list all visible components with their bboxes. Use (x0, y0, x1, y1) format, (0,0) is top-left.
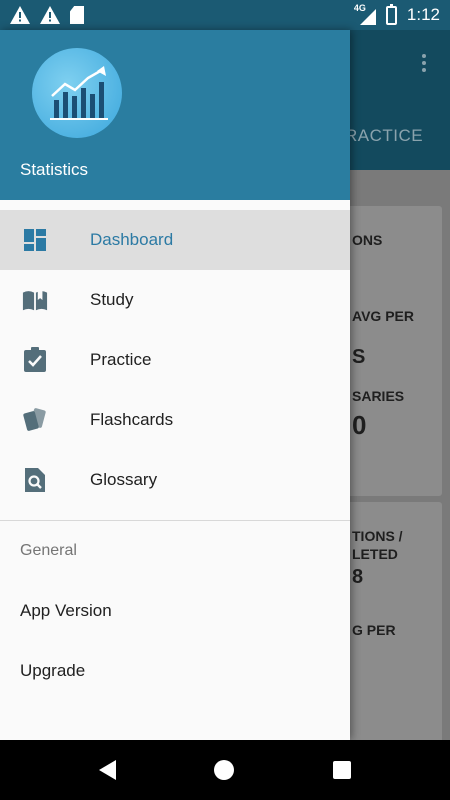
nav-item-dashboard[interactable]: Dashboard (0, 210, 350, 270)
signal-icon: 4G (354, 3, 376, 25)
nav-label: Glossary (90, 470, 158, 489)
nav-label: Study (90, 290, 134, 309)
overflow-menu-icon (422, 54, 426, 72)
menu-item-app-version[interactable]: App Version (0, 581, 350, 641)
nav-item-study[interactable]: Study (0, 270, 350, 330)
nav-item-glossary[interactable]: Glossary (0, 450, 350, 510)
home-button[interactable] (214, 760, 235, 780)
nav-item-practice[interactable]: Practice (0, 330, 350, 390)
status-bar: 4G 1:12 (0, 0, 450, 30)
system-nav-bar (0, 740, 450, 800)
card-text: ONS (352, 232, 383, 248)
card-text: TIONS / (352, 528, 403, 544)
cards-icon (22, 407, 48, 433)
clock: 1:12 (406, 5, 440, 24)
back-button[interactable] (99, 760, 117, 780)
navigation-drawer: Statistics Dashboard Study Practice Flas… (0, 30, 350, 740)
search-doc-icon (22, 467, 48, 493)
sd-card-icon (70, 6, 84, 24)
nav-label: Practice (90, 350, 152, 369)
background-card: ONS AVG PER S SARIES 0 (340, 206, 442, 496)
card-text: SARIES (352, 388, 405, 404)
drawer-title: Statistics (20, 160, 89, 179)
warning-icon (10, 6, 30, 24)
card-value: 0 (352, 410, 367, 440)
nav-item-flashcards[interactable]: Flashcards (0, 390, 350, 450)
card-value: S (352, 346, 366, 368)
section-title-general: General (20, 542, 77, 559)
card-value: 8 (352, 566, 364, 588)
card-text: AVG PER (352, 308, 414, 324)
battery-icon (385, 3, 397, 25)
drawer-header: Statistics (0, 30, 350, 200)
menu-item-upgrade[interactable]: Upgrade (0, 641, 350, 701)
card-text: G PER (352, 622, 396, 638)
recents-button[interactable] (332, 761, 351, 779)
background-card: TIONS / LETED 8 G PER (340, 502, 442, 744)
warning-icon (40, 6, 60, 24)
app-logo-icon (32, 48, 122, 138)
clipboard-check-icon (22, 347, 48, 373)
book-icon (22, 287, 48, 313)
dashboard-icon (22, 227, 48, 253)
card-text: LETED (352, 546, 398, 562)
drawer-nav: Dashboard Study Practice Flashcards Glos… (0, 200, 350, 510)
nav-label: Flashcards (90, 410, 174, 429)
background-tab-practice: RACTICE (345, 126, 424, 145)
nav-label: Dashboard (90, 230, 174, 249)
